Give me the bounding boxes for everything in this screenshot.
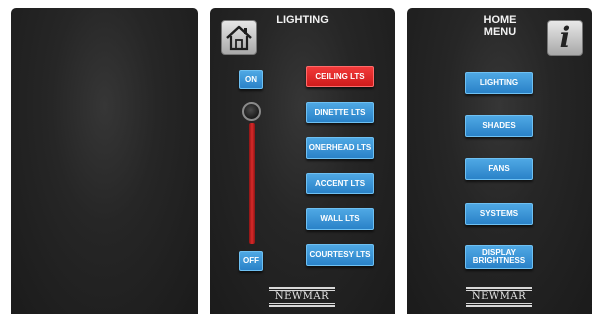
- home-menu-title: HOME MENU: [463, 14, 537, 38]
- lighting-title: LIGHTING: [276, 14, 329, 26]
- menu-fans-button[interactable]: FANS: [465, 158, 533, 180]
- home-menu-title-line1: HOME: [483, 14, 517, 26]
- home-button[interactable]: [221, 20, 257, 55]
- home-menu-title-line2: MENU: [483, 26, 517, 38]
- menu-display-brightness-button[interactable]: DISPLAY BRIGHTNESS: [465, 245, 533, 269]
- lighting-panel: LIGHTING ON OFF CEILING LTS DINETTE LTS …: [210, 8, 395, 314]
- onerhead-lts-button[interactable]: ONERHEAD LTS: [306, 137, 374, 159]
- dimmer-off-button[interactable]: OFF: [239, 251, 263, 271]
- home-menu-panel: HOME MENU i LIGHTING SHADES FANS SYSTEMS…: [407, 8, 592, 314]
- dinette-lts-button[interactable]: DINETTE LTS: [306, 102, 374, 123]
- dimmer-slider-track[interactable]: [249, 123, 255, 244]
- courtesy-lts-button[interactable]: COURTESY LTS: [306, 244, 374, 266]
- menu-lighting-button[interactable]: LIGHTING: [465, 72, 533, 94]
- menu-systems-button[interactable]: SYSTEMS: [465, 203, 533, 225]
- info-icon: i: [559, 21, 571, 54]
- blank-screen-panel: [11, 8, 198, 314]
- info-button[interactable]: i: [547, 20, 583, 56]
- wall-lts-button[interactable]: WALL LTS: [306, 208, 374, 230]
- display-brightness-line2: BRIGHTNESS: [472, 256, 526, 265]
- ceiling-lts-button[interactable]: CEILING LTS: [306, 66, 374, 87]
- accent-lts-button[interactable]: ACCENT LTS: [306, 173, 374, 194]
- dimmer-slider-knob[interactable]: [242, 102, 261, 121]
- newmar-logo: NEWMAR: [267, 287, 337, 311]
- home-icon: [226, 25, 252, 51]
- menu-shades-button[interactable]: SHADES: [465, 115, 533, 137]
- dimmer-on-button[interactable]: ON: [239, 70, 263, 89]
- newmar-logo: NEWMAR: [464, 287, 534, 311]
